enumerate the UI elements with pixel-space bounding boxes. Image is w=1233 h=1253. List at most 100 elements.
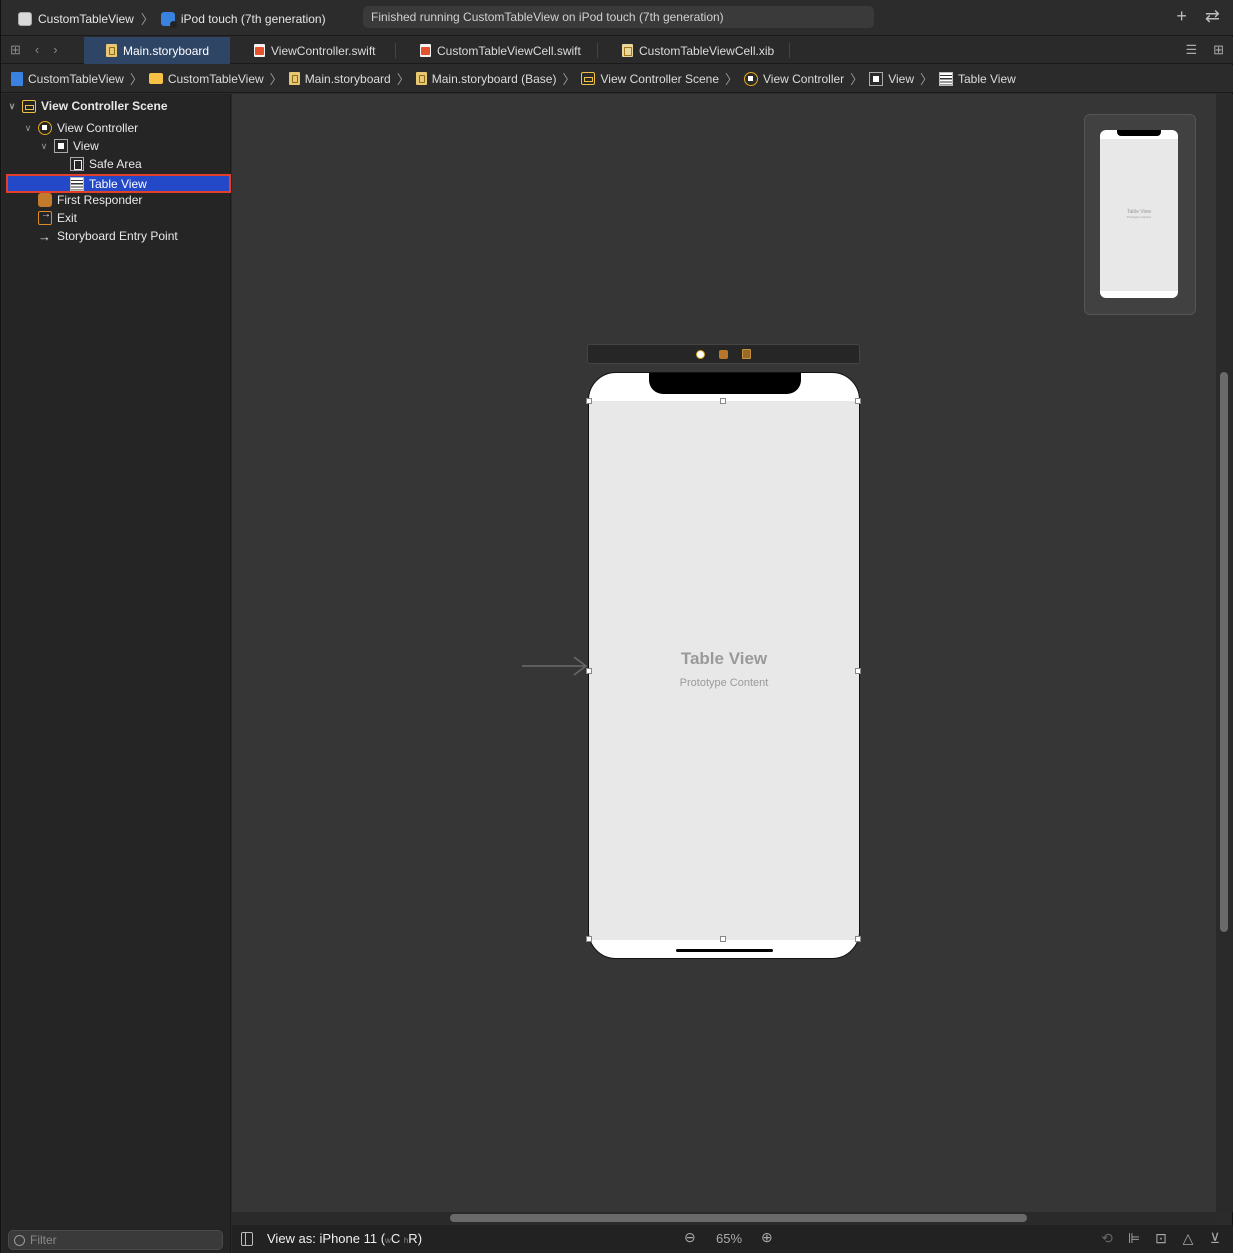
horizontal-scroll-thumb[interactable] xyxy=(450,1214,1027,1222)
update-frames-icon[interactable]: ⟲ xyxy=(1099,1230,1115,1247)
table-view[interactable]: Table View Prototype Content xyxy=(589,401,859,940)
minimap-notch xyxy=(1117,130,1161,136)
back-icon[interactable]: ‹ xyxy=(35,42,39,58)
minimap-table-view: Table View Prototype Content xyxy=(1100,139,1178,291)
xcode-window: CustomTableView 〉 iPod touch (7th genera… xyxy=(0,0,1233,1253)
storyboard-entry-arrow[interactable] xyxy=(522,657,588,677)
resolve-autolayout-icon[interactable]: △ xyxy=(1180,1230,1196,1247)
scheme-name[interactable]: CustomTableView xyxy=(38,12,134,26)
plus-icon[interactable]: + xyxy=(1176,6,1187,27)
outline-item-exit[interactable]: Exit xyxy=(2,209,231,227)
add-editor-icon[interactable]: ⊞ xyxy=(1213,42,1224,58)
vertical-scrollbar[interactable] xyxy=(1216,94,1233,1212)
disclosure-expanded-icon[interactable]: ∨ xyxy=(7,101,17,112)
tab-customtableviewcell-xib[interactable]: CustomTableViewCell.xib xyxy=(598,37,790,64)
jumpbar-label: Main.storyboard (Base) xyxy=(431,71,557,86)
align-icon[interactable]: ⊫ xyxy=(1126,1230,1142,1247)
resize-handle-bottom-right[interactable] xyxy=(855,936,861,942)
outline-item-view-controller[interactable]: ∨ View Controller xyxy=(2,119,231,137)
tab-divider xyxy=(789,43,790,58)
chevron-right-icon: 〉 xyxy=(396,72,410,87)
jumpbar-label: Main.storyboard xyxy=(304,71,391,86)
horizontal-scrollbar[interactable] xyxy=(232,1212,1216,1225)
tab-viewcontroller-swift[interactable]: ViewController.swift xyxy=(230,37,396,64)
activity-status: Finished running CustomTableView on iPod… xyxy=(363,6,874,28)
filter-placeholder: Filter xyxy=(30,1233,57,1247)
outline-label: First Responder xyxy=(57,193,143,207)
exit-icon[interactable] xyxy=(742,349,751,359)
table-view-title: Table View xyxy=(680,649,768,668)
minimap-device: Table View Prototype Content xyxy=(1100,130,1178,298)
view-icon xyxy=(54,139,68,153)
height-class: R xyxy=(408,1231,418,1246)
zoom-out-icon[interactable]: ⊖ xyxy=(684,1229,696,1246)
view-controller-icon xyxy=(744,71,759,86)
tab-label: ViewController.swift xyxy=(271,43,376,58)
chevron-right-icon: 〉 xyxy=(562,72,576,87)
vertical-scroll-thumb[interactable] xyxy=(1220,372,1228,932)
tab-customtableviewcell-swift[interactable]: CustomTableViewCell.swift xyxy=(396,37,598,64)
view-as-device-button[interactable]: View as: iPhone 11 (wC hR) xyxy=(267,1231,422,1246)
device-icon xyxy=(160,11,177,28)
chevron-right-icon: 〉 xyxy=(725,72,739,87)
filter-icon xyxy=(14,1234,25,1246)
jumpbar-item-view[interactable]: View xyxy=(869,71,914,86)
swift-icon xyxy=(420,44,431,57)
width-class: C xyxy=(390,1231,401,1246)
outline-item-safe-area[interactable]: Safe Area xyxy=(2,155,231,173)
jumpbar-item-storyboard-base[interactable]: Main.storyboard (Base) xyxy=(415,71,557,86)
jumpbar-item-table-view[interactable]: Table View xyxy=(939,71,1016,86)
outline-item-view[interactable]: ∨ View xyxy=(2,137,231,155)
zoom-level[interactable]: 65% xyxy=(716,1231,742,1246)
resize-handle-top-right[interactable] xyxy=(855,398,861,404)
exit-icon xyxy=(38,209,52,225)
editor-tab-bar: ⊞ ‹ › Main.storyboard ViewController.swi… xyxy=(1,37,1233,64)
jumpbar-item-storyboard[interactable]: Main.storyboard xyxy=(288,71,391,86)
tab-main-storyboard[interactable]: Main.storyboard xyxy=(84,37,230,64)
filter-field[interactable]: Filter xyxy=(8,1230,223,1250)
toggle-outline-icon[interactable] xyxy=(241,1232,253,1246)
embed-in-icon[interactable]: ⊻ xyxy=(1207,1230,1223,1247)
outline-item-view-controller-scene[interactable]: ∨ View Controller Scene xyxy=(2,97,231,115)
jumpbar-label: View Controller Scene xyxy=(600,71,719,86)
disclosure-expanded-icon[interactable]: ∨ xyxy=(23,123,33,134)
zoom-in-icon[interactable]: ⊕ xyxy=(761,1229,773,1246)
scene-icon xyxy=(581,72,596,85)
document-outline: ∨ View Controller Scene ∨ View Controlle… xyxy=(2,94,231,1253)
scheme-selector[interactable]: CustomTableView 〉 iPod touch (7th genera… xyxy=(18,9,326,28)
tab-label: CustomTableViewCell.xib xyxy=(639,43,775,58)
outline-label: View xyxy=(73,139,99,153)
disclosure-expanded-icon[interactable]: ∨ xyxy=(39,141,49,152)
outline-item-first-responder[interactable]: First Responder xyxy=(2,191,231,209)
view-controller-icon[interactable] xyxy=(696,349,705,359)
jumpbar-item-scene[interactable]: View Controller Scene xyxy=(581,72,719,86)
jumpbar-label: Table View xyxy=(958,71,1016,86)
outline-item-storyboard-entry-point[interactable]: → Storyboard Entry Point xyxy=(2,227,231,245)
outline-label: Exit xyxy=(57,211,78,225)
arrows-swap-icon[interactable]: ⇄ xyxy=(1205,6,1220,27)
jumpbar-item-project[interactable]: CustomTableView xyxy=(11,71,124,86)
forward-icon[interactable]: › xyxy=(53,42,57,58)
view-icon xyxy=(869,71,884,86)
grid-icon[interactable]: ⊞ xyxy=(10,42,21,58)
first-responder-icon[interactable] xyxy=(719,349,728,359)
chevron-right-icon: 〉 xyxy=(140,12,154,27)
resize-handle-bottom[interactable] xyxy=(720,936,726,942)
jumpbar-item-view-controller[interactable]: View Controller xyxy=(744,71,845,86)
jumpbar-item-folder[interactable]: CustomTableView xyxy=(148,71,264,86)
device-name[interactable]: iPod touch (7th generation) xyxy=(181,12,326,26)
outline-label: Storyboard Entry Point xyxy=(57,229,178,243)
resize-handle-left[interactable] xyxy=(586,668,592,674)
jumpbar-label: CustomTableView xyxy=(167,71,264,86)
canvas-minimap[interactable]: Table View Prototype Content xyxy=(1084,114,1196,315)
minimap-subtitle: Prototype Content xyxy=(1126,215,1152,219)
resize-handle-right[interactable] xyxy=(855,668,861,674)
resize-handle-top-left[interactable] xyxy=(586,398,592,404)
editor-options-icon[interactable]: ☰ xyxy=(1185,42,1197,58)
add-constraints-icon[interactable]: ⊡ xyxy=(1153,1230,1169,1247)
storyboard-canvas[interactable]: Table View Prototype Content Table View … xyxy=(232,94,1216,1212)
resize-handle-top[interactable] xyxy=(720,398,726,404)
resize-handle-bottom-left[interactable] xyxy=(586,936,592,942)
jumpbar-label: View Controller xyxy=(763,71,845,86)
storyboard-icon xyxy=(106,44,117,57)
